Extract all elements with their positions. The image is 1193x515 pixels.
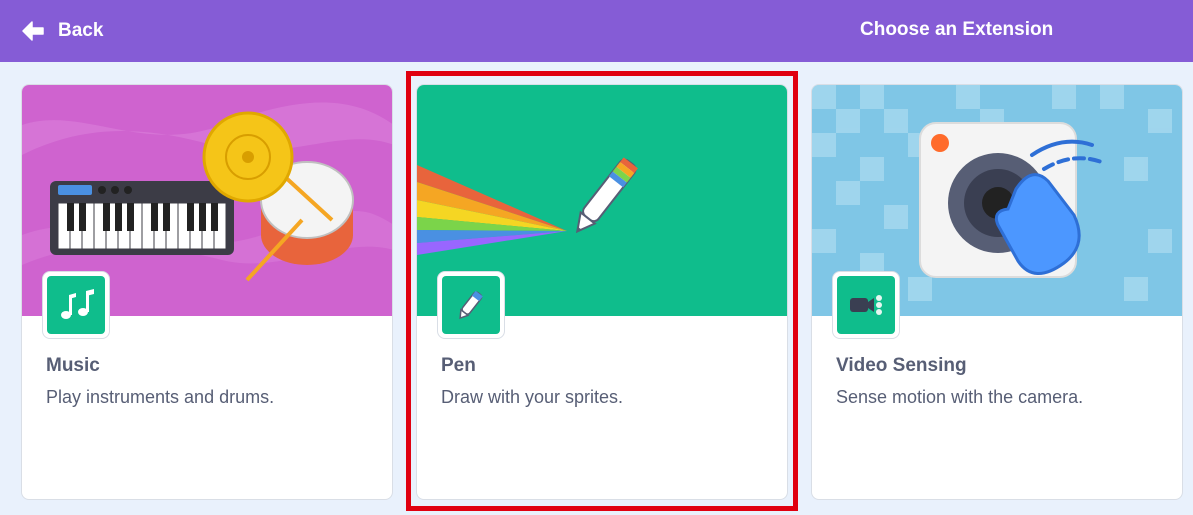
extension-description: Sense motion with the camera. [836, 387, 1084, 407]
pen-icon-tile [437, 271, 505, 339]
music-notes-icon [61, 289, 94, 319]
extension-card-music[interactable]: Music Play instruments and drums. [21, 84, 393, 500]
back-label: Back [58, 20, 104, 41]
extension-name: Music [46, 355, 100, 376]
extension-name: Video Sensing [836, 355, 967, 376]
page-title: Choose an Extension [860, 19, 1054, 40]
music-icon-tile [42, 271, 110, 339]
video-sensing-icon-tile [832, 271, 900, 339]
extension-description: Play instruments and drums. [46, 387, 275, 407]
extension-name: Pen [441, 355, 476, 376]
extension-card-pen[interactable]: Pen Draw with your sprites. [416, 84, 788, 500]
pen-icon [459, 290, 483, 320]
extension-description: Draw with your sprites. [441, 387, 624, 407]
arrow-left-icon [22, 21, 44, 41]
extension-card-video-sensing[interactable]: Video Sensing Sense motion with the came… [811, 84, 1183, 500]
video-camera-icon [850, 295, 882, 315]
back-button[interactable]: Back [22, 16, 103, 46]
header-bar: Back Choose an Extension [0, 0, 1193, 62]
